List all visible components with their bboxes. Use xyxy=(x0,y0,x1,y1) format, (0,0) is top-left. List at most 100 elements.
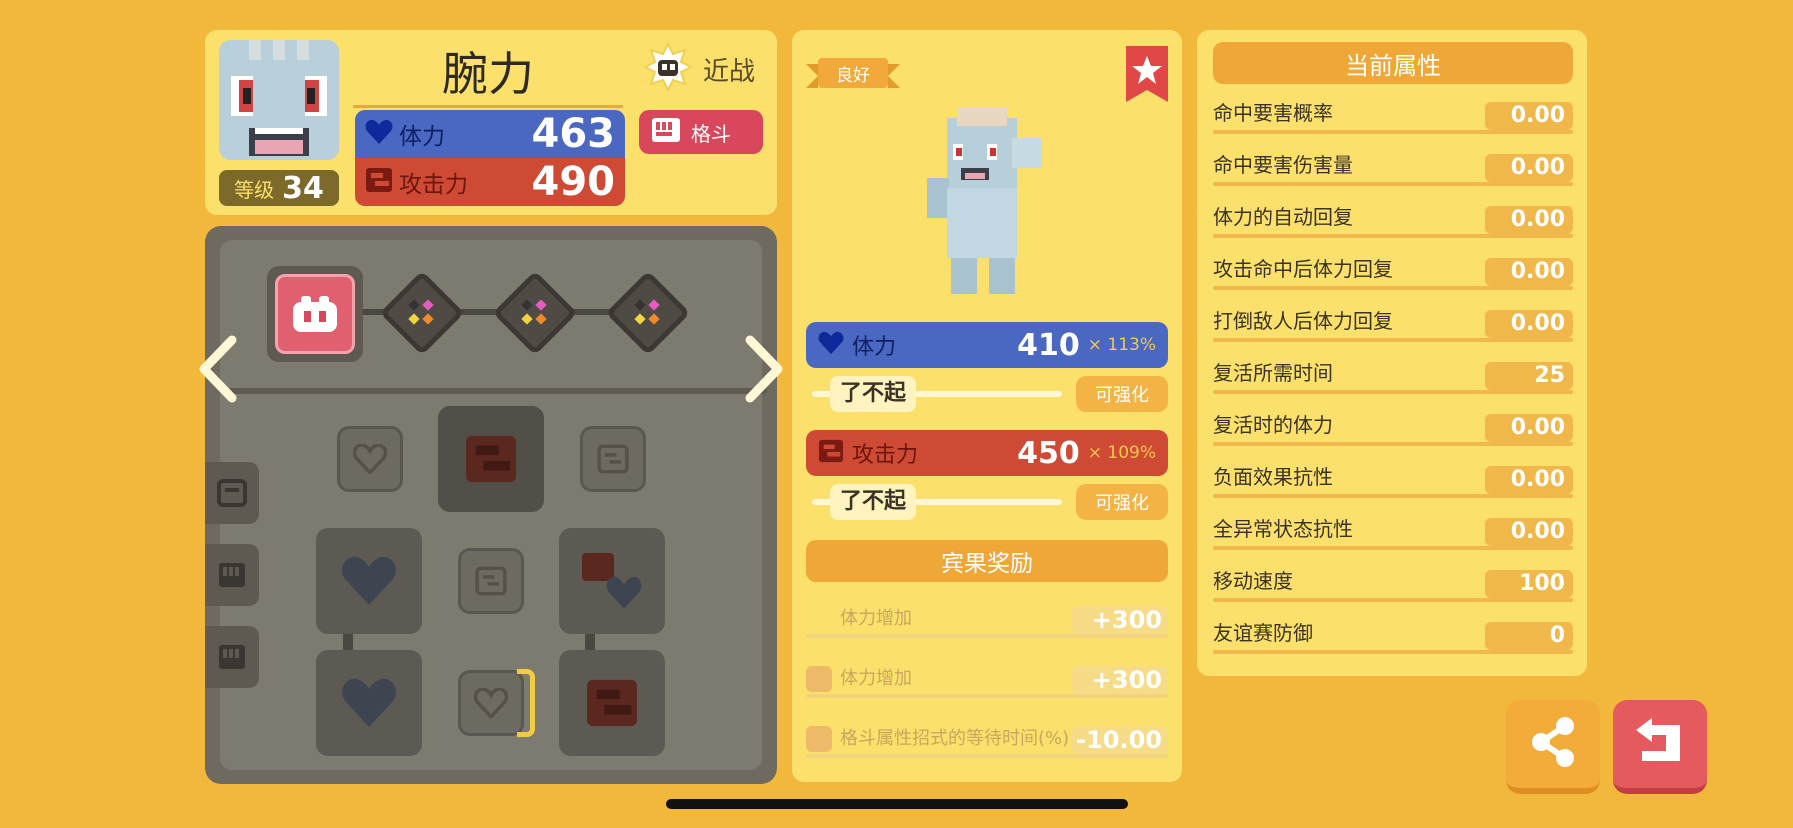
stone-slot-mixed-large[interactable] xyxy=(559,528,665,634)
attribute-row: 移动速度 100 xyxy=(1213,566,1573,602)
heart-icon xyxy=(818,331,844,359)
move-slot-empty[interactable] xyxy=(492,270,578,356)
pokemon-sprite xyxy=(917,98,1057,298)
attribute-label: 复活所需时间 xyxy=(1213,361,1333,385)
side-tab-fist[interactable] xyxy=(205,544,259,606)
quality-label: 良好 xyxy=(818,58,888,88)
move-slot-icon xyxy=(275,274,355,354)
move-slot-empty[interactable] xyxy=(605,270,691,356)
hp-grade-row: 了不起 可强化 xyxy=(806,376,1168,412)
hp-upgrade-button[interactable]: 可强化 xyxy=(1076,376,1168,412)
bingo-bonus-item: 体力增加 +300 xyxy=(806,664,1168,698)
stone-slot-attack-large[interactable] xyxy=(438,406,544,512)
bingo-bonus-label: 格斗属性招式的等待时间(%) xyxy=(840,728,1070,749)
side-tab-attack[interactable] xyxy=(205,462,259,524)
attack-style-label: 近战 xyxy=(703,56,756,87)
attribute-value: 0.00 xyxy=(1485,102,1573,130)
attack-style: 近战 xyxy=(642,41,773,96)
attribute-value: 0.00 xyxy=(1485,518,1573,546)
attribute-row: 复活时的体力 0.00 xyxy=(1213,410,1573,446)
attack-upgrade-button[interactable]: 可强化 xyxy=(1076,484,1168,520)
type-badge: 格斗 xyxy=(639,110,763,154)
back-button[interactable] xyxy=(1613,700,1707,794)
attribute-value: 100 xyxy=(1485,570,1573,598)
level-badge: 等级 34 xyxy=(219,170,339,206)
chevron-left-icon[interactable] xyxy=(196,334,240,404)
attack-stat-bar: 攻击力 450 × 109% xyxy=(806,430,1168,476)
level-value: 34 xyxy=(282,170,324,206)
attribute-value: 0.00 xyxy=(1485,206,1573,234)
hp-label: 体力 xyxy=(852,335,897,360)
hp-label: 体力 xyxy=(399,124,445,150)
fist-icon xyxy=(806,666,832,692)
attack-grade-row: 了不起 可强化 xyxy=(806,484,1168,520)
attribute-value: 0 xyxy=(1485,622,1573,650)
favorite-star-icon[interactable] xyxy=(1126,46,1168,102)
quality-ribbon: 良好 xyxy=(806,58,900,92)
level-label: 等级 xyxy=(234,177,275,202)
bingo-bonus-label: 体力增加 xyxy=(840,608,912,629)
stone-slot-attack-small[interactable] xyxy=(580,426,646,492)
bingo-bonus-item: 格斗属性招式的等待时间(%) -10.00 xyxy=(806,724,1168,758)
pokemon-detail-panel: 良好 体力 410 × 113% 了不起 可强化 攻击力 450 × 109% … xyxy=(792,30,1182,782)
hp-value: 463 xyxy=(531,111,616,157)
bingo-bonus-value: +300 xyxy=(1072,606,1168,634)
stone-slot-hp-small[interactable] xyxy=(337,426,403,492)
stone-slot-hp-large[interactable] xyxy=(316,650,422,756)
fist-icon xyxy=(651,117,681,148)
bingo-bonus-value: -10.00 xyxy=(1072,726,1168,754)
attribute-value: 0.00 xyxy=(1485,154,1573,182)
stone-slot-hp-small-selected[interactable] xyxy=(458,669,535,737)
attribute-label: 命中要害概率 xyxy=(1213,101,1333,125)
attribute-value: 0.00 xyxy=(1485,466,1573,494)
attack-value: 450 xyxy=(1017,435,1080,471)
attribute-label: 负面效果抗性 xyxy=(1213,465,1333,489)
attribute-label: 友谊赛防御 xyxy=(1213,621,1313,645)
melee-icon xyxy=(642,41,694,96)
side-tab-fist[interactable] xyxy=(205,626,259,688)
attribute-label: 命中要害伤害量 xyxy=(1213,153,1353,177)
stone-slot-attack-small[interactable] xyxy=(458,548,524,614)
attribute-row: 体力的自动回复 0.00 xyxy=(1213,202,1573,238)
attribute-label: 移动速度 xyxy=(1213,569,1293,593)
selection-cursor xyxy=(517,669,535,737)
attack-stat-row: 攻击力 490 xyxy=(355,158,625,206)
base-stats: 体力 463 攻击力 490 xyxy=(355,110,625,206)
attributes-title: 当前属性 xyxy=(1213,42,1573,84)
home-indicator[interactable] xyxy=(666,799,1128,809)
hp-stat-bar: 体力 410 × 113% xyxy=(806,322,1168,368)
pokemon-portrait xyxy=(219,40,339,160)
attribute-value: 0.00 xyxy=(1485,258,1573,286)
attribute-row: 打倒敌人后体力回复 0.00 xyxy=(1213,306,1573,342)
move-slot-empty[interactable] xyxy=(379,270,465,356)
attribute-row: 全异常状态抗性 0.00 xyxy=(1213,514,1573,550)
stone-slot-hp-large[interactable] xyxy=(316,528,422,634)
share-button[interactable] xyxy=(1506,700,1600,794)
attribute-label: 攻击命中后体力回复 xyxy=(1213,257,1393,281)
back-icon xyxy=(1632,716,1688,772)
attribute-label: 体力的自动回复 xyxy=(1213,205,1353,229)
attribute-row: 攻击命中后体力回复 0.00 xyxy=(1213,254,1573,290)
attack-multiplier: × 109% xyxy=(1087,443,1156,463)
chevron-right-icon[interactable] xyxy=(742,334,786,404)
attack-label: 攻击力 xyxy=(399,172,468,198)
hp-value: 410 xyxy=(1017,327,1080,363)
attribute-row: 命中要害概率 0.00 xyxy=(1213,98,1573,134)
heart-icon xyxy=(365,119,393,149)
bingo-bonus-label: 体力增加 xyxy=(840,668,912,689)
stone-slot-attack-large[interactable] xyxy=(559,650,665,756)
attack-label: 攻击力 xyxy=(852,443,919,468)
attribute-row: 负面效果抗性 0.00 xyxy=(1213,462,1573,498)
attribute-label: 复活时的体力 xyxy=(1213,413,1333,437)
share-icon xyxy=(1529,716,1577,772)
type-label: 格斗 xyxy=(691,121,731,146)
attribute-row: 命中要害伤害量 0.00 xyxy=(1213,150,1573,186)
board-divider xyxy=(227,388,767,394)
attribute-row: 友谊赛防御 0 xyxy=(1213,618,1573,654)
attribute-label: 全异常状态抗性 xyxy=(1213,517,1353,541)
attribute-row: 复活所需时间 25 xyxy=(1213,358,1573,394)
attack-icon xyxy=(818,439,844,467)
bingo-bonus-item: 体力增加 +300 xyxy=(806,604,1168,638)
pokemon-info-panel: 等级 34 腕力 近战 体力 463 攻击力 490 格斗 xyxy=(205,30,777,215)
move-slot-active[interactable] xyxy=(267,266,363,362)
